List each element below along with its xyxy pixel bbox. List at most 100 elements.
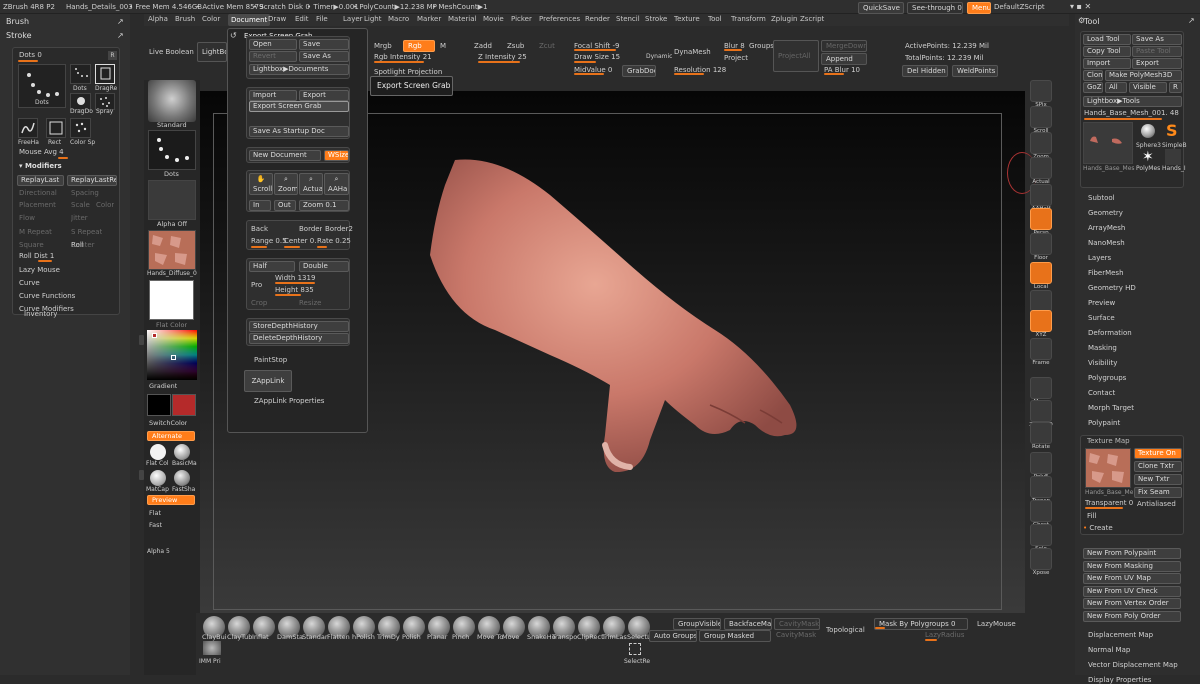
menu-texture[interactable]: Texture: [674, 15, 700, 23]
shelf-actual-button[interactable]: [1030, 157, 1052, 179]
create-new-from-uv-map[interactable]: New From UV Map: [1083, 573, 1181, 584]
stroke-dragrect-thumb[interactable]: [95, 64, 115, 84]
menu-draw[interactable]: Draw: [268, 15, 286, 23]
center-slider[interactable]: Center 0.: [284, 237, 316, 245]
create-new-from-poly-order[interactable]: New From Poly Order: [1083, 610, 1181, 622]
antialiased-button[interactable]: Antialiased: [1137, 500, 1176, 508]
section-geometry-hd[interactable]: Geometry HD: [1088, 284, 1136, 292]
mouse-avg-label[interactable]: Mouse Avg 4: [19, 148, 64, 156]
modifiers-header[interactable]: ▾ Modifiers: [19, 162, 62, 170]
section-arraymesh[interactable]: ArrayMesh: [1088, 224, 1125, 232]
make-polymesh-button[interactable]: Make PolyMesh3D: [1105, 70, 1182, 81]
section-preview[interactable]: Preview: [1088, 299, 1115, 307]
imm-primitives-thumb[interactable]: [203, 641, 221, 655]
menu-file[interactable]: File: [316, 15, 328, 23]
dynamesh-button[interactable]: DynaMesh: [674, 48, 711, 56]
border-button[interactable]: Border: [299, 225, 322, 233]
menu-marker[interactable]: Marker: [417, 15, 441, 23]
flat-button[interactable]: Flat: [149, 509, 161, 517]
double-button[interactable]: Double: [299, 261, 349, 272]
shelf-xyz-button[interactable]: [1030, 310, 1052, 332]
replay-last-button[interactable]: ReplayLast: [17, 175, 64, 186]
del-hidden-button[interactable]: Del Hidden: [902, 65, 948, 77]
shelf-xpose-button[interactable]: [1030, 548, 1052, 570]
r-button[interactable]: R: [108, 51, 117, 60]
brush-palette-title[interactable]: Brush: [6, 17, 29, 26]
dynamic-button[interactable]: Dynamic: [646, 53, 672, 60]
section-display-properties[interactable]: Display Properties: [1088, 676, 1151, 684]
create-header[interactable]: • Create: [1083, 524, 1113, 532]
grabdoc-button[interactable]: GrabDoc: [622, 65, 656, 77]
save-as-button[interactable]: Save As: [299, 51, 349, 62]
menu-edit[interactable]: Edit: [295, 15, 309, 23]
flat-color-material-thumb[interactable]: [150, 444, 166, 460]
menu-transform[interactable]: Transform: [731, 15, 766, 23]
menus-button[interactable]: Menus: [967, 2, 991, 14]
delete-depth-history-button[interactable]: DeleteDepthHistory: [249, 333, 349, 344]
half-button[interactable]: Half: [249, 261, 295, 272]
stroke-freehand-thumb[interactable]: [18, 118, 38, 138]
shelf-solo-button[interactable]: [1030, 524, 1052, 546]
pin-icon[interactable]: ↺: [230, 31, 240, 41]
curve-section[interactable]: Curve: [19, 279, 40, 287]
paintstop-label[interactable]: PaintStop: [254, 356, 287, 364]
current-stroke-thumb[interactable]: Dots: [18, 64, 66, 108]
create-new-from-uv-check[interactable]: New From UV Check: [1083, 585, 1181, 597]
cavity-mask-button[interactable]: CavityMask: [774, 618, 820, 630]
auto-groups-button[interactable]: Auto Groups: [649, 630, 697, 642]
crop-button[interactable]: Crop: [251, 299, 267, 307]
alternate-button[interactable]: Alternate: [147, 431, 195, 441]
roll-dist-slider[interactable]: Roll Dist 1: [19, 252, 54, 260]
flat-color-swatch[interactable]: [149, 280, 194, 320]
menu-color[interactable]: Color: [202, 15, 220, 23]
zoom-button[interactable]: ⌕ Zoom: [274, 173, 298, 195]
hand-model[interactable]: [410, 155, 810, 485]
fix-seam-button[interactable]: Fix Seam: [1134, 487, 1182, 498]
lazyradius-slider[interactable]: LazyRadius: [925, 631, 964, 639]
zoom-in-button[interactable]: In: [249, 200, 271, 211]
open-button[interactable]: Open: [249, 39, 297, 50]
alpha-thumb[interactable]: [148, 180, 196, 220]
save-startup-doc-button[interactable]: Save As Startup Doc: [249, 126, 349, 137]
spotlight-projection-button[interactable]: Spotlight Projection: [374, 68, 442, 76]
stroke-colorspray-thumb[interactable]: [70, 118, 91, 138]
section-surface[interactable]: Surface: [1088, 314, 1115, 322]
shelf-frame-button[interactable]: [1030, 338, 1052, 360]
shelf-floor-button[interactable]: [1030, 233, 1052, 255]
zoom-out-button[interactable]: Out: [274, 200, 296, 211]
revert-button[interactable]: Revert: [249, 51, 297, 62]
goz-button[interactable]: GoZ: [1083, 82, 1103, 93]
shelf-zoom-button[interactable]: [1030, 132, 1052, 154]
paste-tool-button[interactable]: Paste Tool: [1132, 46, 1182, 57]
lightbox-button[interactable]: LightBo: [197, 42, 227, 62]
menu-layer[interactable]: Layer: [343, 15, 363, 23]
section-vector-displacement-map[interactable]: Vector Displacement Map: [1088, 661, 1178, 669]
section-geometry[interactable]: Geometry: [1088, 209, 1123, 217]
section-fibermesh[interactable]: FiberMesh: [1088, 269, 1124, 277]
clone-button[interactable]: Clone: [1083, 70, 1103, 81]
menu-preferences[interactable]: Preferences: [539, 15, 580, 23]
topological-button[interactable]: Topological: [826, 626, 865, 634]
roll-button[interactable]: Roll: [71, 241, 84, 249]
menu-tool[interactable]: Tool: [708, 15, 722, 23]
sphere3d-thumb[interactable]: [1141, 124, 1155, 138]
window-controls-icon[interactable]: ▾ ▪ ✕: [1070, 2, 1091, 11]
scroll-button[interactable]: ✋ Scroll: [249, 173, 273, 195]
texture-map-header[interactable]: Texture Map: [1087, 437, 1130, 445]
export-screen-grab-button[interactable]: Export Screen Grab: [249, 101, 349, 112]
rate-slider[interactable]: Rate 0.25: [317, 237, 351, 245]
lazymouse-button[interactable]: LazyMouse: [977, 620, 1016, 628]
wsize-button[interactable]: WSize: [324, 150, 349, 161]
menu-alpha[interactable]: Alpha: [148, 15, 168, 23]
section-polypaint[interactable]: Polypaint: [1088, 419, 1120, 427]
matcap-thumb[interactable]: [150, 470, 166, 486]
draw-size-slider[interactable]: Draw Size 15: [574, 53, 620, 61]
tray-collapse-handle-2[interactable]: [139, 470, 144, 480]
zcut-button[interactable]: Zcut: [539, 42, 555, 50]
menu-light[interactable]: Light: [364, 15, 381, 23]
stroke-dots-thumb[interactable]: [70, 64, 91, 84]
append-button[interactable]: Append: [821, 53, 867, 65]
menu-document[interactable]: Document: [228, 14, 271, 26]
zadd-button[interactable]: Zadd: [474, 42, 492, 50]
palette-pin-icon[interactable]: ↗: [117, 17, 124, 26]
